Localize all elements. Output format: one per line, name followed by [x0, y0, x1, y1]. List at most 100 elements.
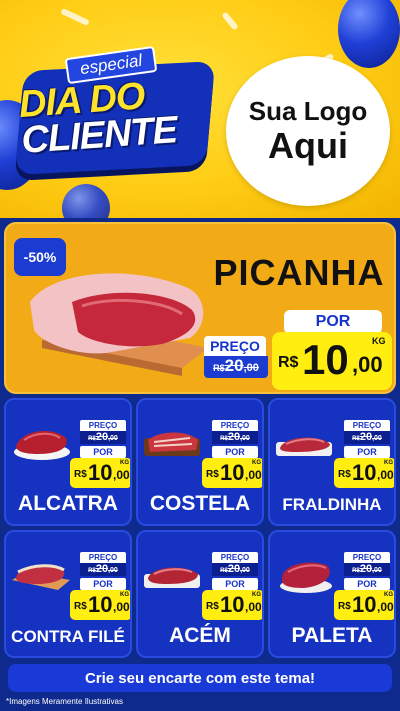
old-price-label: PREÇO: [212, 420, 258, 431]
new-price-label: POR: [284, 310, 382, 334]
logo-text-line2: Aqui: [268, 125, 348, 166]
price-dec: ,00: [245, 468, 262, 482]
product-card-contra-file: PREÇO R$ 20,00 POR R$ 10 ,00 KG CONTRA FI…: [4, 530, 132, 658]
contra-file-image: [12, 564, 70, 590]
old-price: R$ 20,00: [344, 563, 390, 576]
old-price-label: PREÇO: [80, 420, 126, 431]
old-price-currency: R$: [352, 436, 360, 442]
old-price-label: PREÇO: [80, 552, 126, 563]
logo-text-line1: Sua Logo: [248, 96, 368, 126]
old-price: R$ 20,00: [80, 563, 126, 576]
price-dec: ,00: [352, 352, 383, 377]
product-name: FRALDINHA: [282, 495, 382, 514]
price-unit: KG: [384, 460, 393, 466]
old-price-int: 20: [227, 431, 241, 443]
old-price-currency: R$: [88, 568, 96, 574]
featured-product-name: PICANHA: [213, 252, 385, 293]
costela-image: [144, 432, 200, 456]
price-int: 10: [352, 460, 377, 485]
old-price-int: 20: [227, 563, 241, 575]
old-price-currency: R$: [220, 568, 228, 574]
price-int: 10: [302, 336, 349, 383]
old-price-dec: ,00: [240, 435, 250, 442]
product-card-alcatra: PREÇO R$ 20,00 POR R$ 10 ,00 KG ALCATRA: [4, 398, 132, 526]
discount-badge: -50%: [14, 238, 66, 276]
price-currency: R$: [74, 469, 87, 480]
price-int: 10: [88, 592, 113, 617]
balloon-icon: [338, 0, 400, 68]
paleta-image: [280, 562, 332, 593]
old-price-int: 20: [224, 356, 244, 375]
product-name: PALETA: [291, 624, 373, 647]
price-unit: KG: [372, 336, 386, 346]
price-currency: R$: [206, 469, 219, 480]
old-price-currency: R$: [220, 436, 228, 442]
price-unit: KG: [384, 592, 393, 598]
new-price-label: POR: [80, 446, 126, 458]
header-banner: DIA DO CLIENTE especial Sua Logo Aqui: [0, 0, 400, 218]
price-int: 10: [352, 592, 377, 617]
old-price-label: PREÇO: [344, 420, 390, 431]
old-price-dec: ,00: [240, 567, 250, 574]
price-dec: ,00: [245, 600, 262, 614]
price-currency: R$: [206, 601, 219, 612]
product-card-acem: PREÇO R$ 20,00 POR R$ 10 ,00 KG ACÉM: [136, 530, 264, 658]
disclaimer-text: *Imagens Meramente Ilustrativas: [6, 697, 123, 706]
old-price-dec: ,00: [372, 567, 382, 574]
old-price-label: PREÇO: [344, 552, 390, 563]
old-price: R$ 20,00: [80, 431, 126, 444]
old-price-label: PREÇO: [212, 552, 258, 563]
old-price: R$ 20,00: [344, 431, 390, 444]
confetti-streamer: [60, 7, 90, 27]
price-currency: R$: [338, 601, 351, 612]
balloon-icon: [62, 184, 110, 218]
featured-product-card: -50% PICANHA PREÇO R$ 20,00 POR R$ 10 ,00…: [4, 222, 396, 394]
fraldinha-image: [276, 437, 332, 456]
old-price-int: 20: [95, 431, 109, 443]
acem-image: [144, 567, 200, 588]
price-dec: ,00: [377, 600, 394, 614]
new-price-label: POR: [212, 446, 258, 458]
new-price: R$ 10 ,00 KG: [70, 590, 130, 620]
product-card-costela: PREÇO R$ 20,00 POR R$ 10 ,00 KG COSTELA: [136, 398, 264, 526]
price-unit: KG: [120, 460, 129, 466]
confetti-streamer: [221, 11, 239, 31]
old-price-dec: ,00: [108, 435, 118, 442]
new-price: R$ 10 ,00 KG: [202, 590, 262, 620]
price-int: 10: [220, 460, 245, 485]
new-price: R$ 10 ,00 KG: [334, 458, 394, 488]
price-unit: KG: [120, 592, 129, 598]
create-flyer-cta[interactable]: Crie seu encarte com este tema!: [8, 664, 392, 692]
new-price-label: POR: [344, 578, 390, 590]
price-dec: ,00: [377, 468, 394, 482]
new-price-label: POR: [212, 578, 258, 590]
old-price-dec: ,00: [243, 362, 259, 374]
price-unit: KG: [252, 592, 261, 598]
old-price-label: PREÇO: [204, 336, 266, 356]
old-price-currency: R$: [88, 436, 96, 442]
old-price-int: 20: [95, 563, 109, 575]
product-name: CONTRA FILÉ: [11, 627, 125, 646]
new-price-label: POR: [80, 578, 126, 590]
campaign-title: DIA DO CLIENTE especial: [6, 44, 220, 184]
product-name: ALCATRA: [18, 492, 118, 515]
old-price: R$ 20,00: [212, 431, 258, 444]
alcatra-image: [14, 431, 70, 460]
product-card-paleta: PREÇO R$ 20,00 POR R$ 10 ,00 KG PALETA: [268, 530, 396, 658]
old-price-currency: R$: [213, 363, 225, 373]
old-price-dec: ,00: [108, 567, 118, 574]
old-price-dec: ,00: [372, 435, 382, 442]
price-unit: KG: [252, 460, 261, 466]
old-price: R$ 20,00: [204, 356, 268, 378]
old-price-int: 20: [359, 431, 373, 443]
logo-placeholder: Sua Logo Aqui: [226, 56, 390, 206]
new-price: R$ 10 ,00 KG: [70, 458, 130, 488]
price-currency: R$: [74, 601, 87, 612]
price-dec: ,00: [113, 600, 130, 614]
old-price-currency: R$: [352, 568, 360, 574]
price-currency: R$: [278, 354, 299, 371]
new-price-label: POR: [344, 446, 390, 458]
price-dec: ,00: [113, 468, 130, 482]
price-int: 10: [88, 460, 113, 485]
new-price: R$ 10 ,00 KG: [334, 590, 394, 620]
